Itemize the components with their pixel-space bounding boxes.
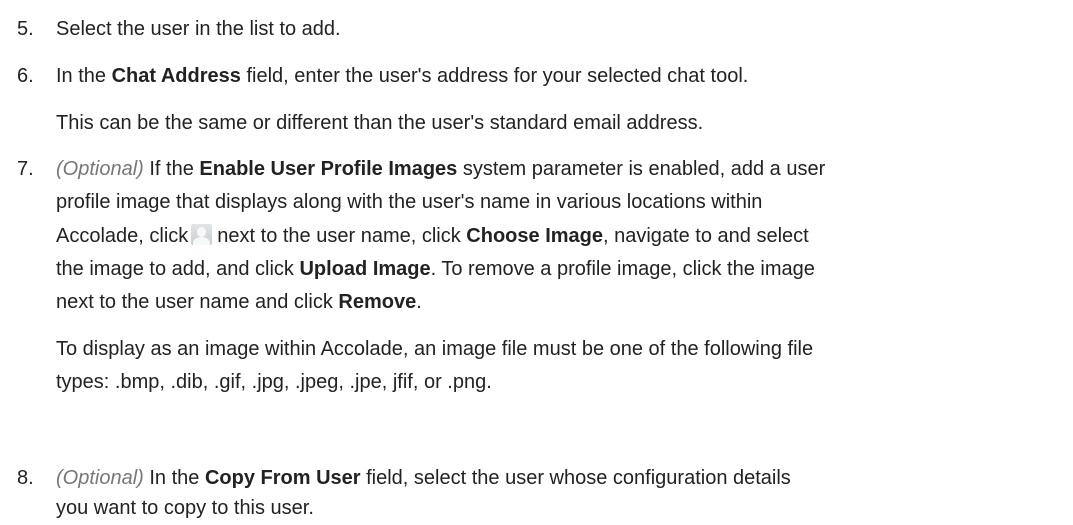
optional-label: (Optional) (56, 158, 144, 180)
step-note: This can be the same or different than t… (56, 112, 704, 134)
field-name-copy-from-user: Copy From User (204, 467, 361, 489)
step-line: you want to copy to this user. (56, 497, 314, 519)
step-number: 6. (17, 65, 34, 87)
text: . (416, 291, 422, 313)
step-body: (Optional) In the Copy From User field, … (56, 464, 1061, 522)
button-name-upload-image: Upload Image (299, 258, 431, 280)
text: the image to add, and click (56, 258, 300, 280)
parameter-name: Enable User Profile Images (199, 158, 458, 180)
text: , navigate to and select (603, 225, 809, 247)
text: Accolade, click (56, 225, 189, 247)
button-name-remove: Remove (338, 291, 417, 313)
text: In the (56, 65, 112, 87)
step-text: Select the user in the list to add. (56, 18, 341, 40)
step-body: In the Chat Address field, enter the use… (56, 62, 1061, 137)
step-note: types: .bmp, .dib, .gif, .jpg, .jpeg, .j… (56, 371, 492, 393)
text: field, enter the user's address for your… (240, 65, 749, 87)
step-line: profile image that displays along with t… (56, 191, 763, 213)
text: If the (143, 158, 200, 180)
step-paragraph: In the Chat Address field, enter the use… (56, 62, 1061, 90)
text: . To remove a profile image, click the i… (430, 258, 815, 280)
step-note: To display as an image within Accolade, … (56, 338, 814, 360)
button-name-choose-image: Choose Image (466, 225, 603, 247)
step-line: next to the user name and click Remove. (56, 288, 1061, 316)
text: In the (143, 467, 205, 489)
step-body: Select the user in the list to add. (56, 15, 1061, 43)
text: next to the user name and click (56, 291, 339, 313)
field-name-chat-address: Chat Address (111, 65, 241, 87)
document: 5. Select the user in the list to add. 6… (0, 0, 1073, 525)
step-line: Accolade, click next to the user name, cl… (56, 222, 1061, 250)
step-number: 8. (17, 467, 34, 489)
step-line: (Optional) In the Copy From User field, … (56, 464, 1061, 492)
step-number: 5. (17, 18, 34, 40)
step-line: (Optional) If the Enable User Profile Im… (56, 155, 1061, 183)
optional-label: (Optional) (56, 467, 144, 489)
step-line: the image to add, and click Upload Image… (56, 255, 1061, 283)
text: field, select the user whose configurati… (360, 467, 791, 489)
user-profile-icon (191, 224, 213, 245)
step-number: 7. (17, 158, 34, 180)
text: next to the user name, click (217, 225, 467, 247)
text: system parameter is enabled, add a user (457, 158, 826, 180)
step-body: (Optional) If the Enable User Profile Im… (56, 155, 1061, 396)
